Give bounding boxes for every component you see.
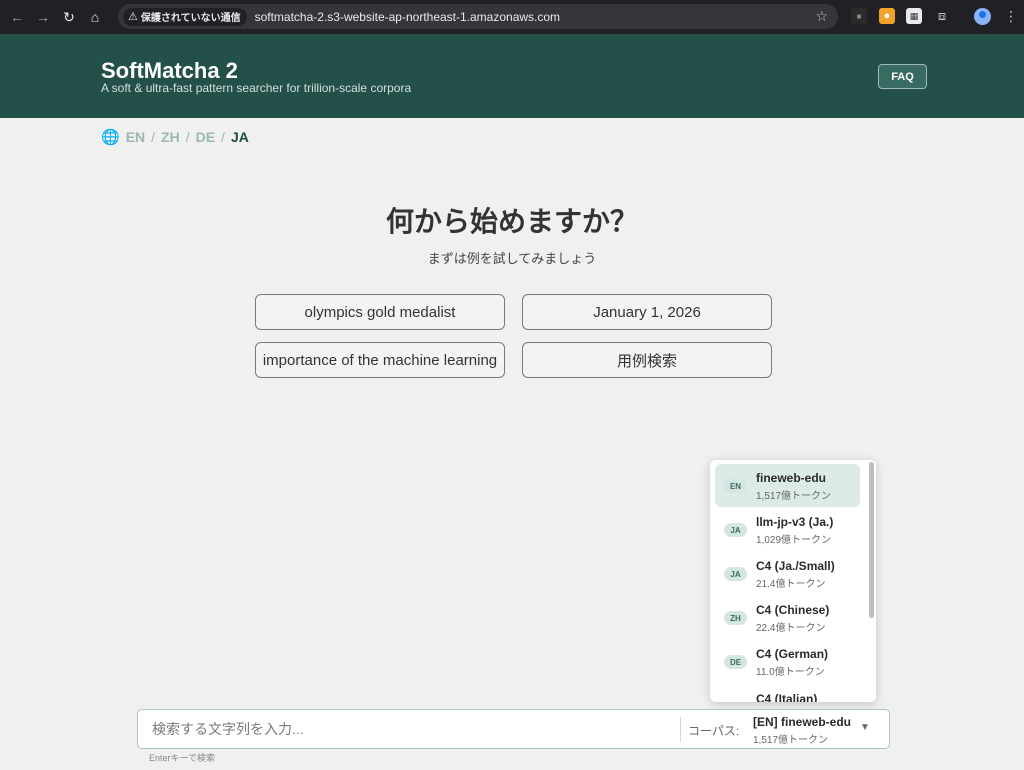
- corpus-option-name: C4 (Ja./Small): [756, 559, 835, 573]
- extension-icon[interactable]: ■: [851, 8, 867, 24]
- lang-zh[interactable]: ZH: [161, 129, 180, 145]
- lang-badge: EN: [724, 479, 747, 493]
- forward-icon[interactable]: →: [30, 4, 56, 30]
- lang-badge: DE: [724, 655, 747, 669]
- corpus-option[interactable]: JA C4 (Ja./Small) 21.4億トークン: [715, 552, 860, 595]
- corpus-option[interactable]: DE C4 (German) 11.0億トークン: [715, 640, 860, 683]
- profile-avatar-icon[interactable]: [974, 8, 991, 25]
- lang-ja[interactable]: JA: [231, 129, 249, 145]
- lang-separator: /: [151, 129, 156, 145]
- browser-toolbar: ← → ↻ ⌂ ⚠ 保護されていない通信 softmatcha-2.s3-web…: [0, 0, 1024, 34]
- language-switcher: 🌐 EN / ZH / DE / JA: [101, 128, 249, 146]
- corpus-option-name: fineweb-edu: [756, 471, 827, 485]
- corpus-dropdown: EN fineweb-edu 1,517億トークン JA llm-jp-v3 (…: [710, 460, 876, 702]
- lang-separator: /: [221, 129, 225, 145]
- selected-corpus-count[interactable]: 1,517億トークン: [753, 731, 828, 746]
- lang-badge: JA: [724, 523, 747, 537]
- address-bar[interactable]: ⚠ 保護されていない通信 softmatcha-2.s3-website-ap-…: [118, 4, 838, 29]
- corpus-option[interactable]: JA llm-jp-v3 (Ja.) 1,029億トークン: [715, 508, 860, 551]
- puzzle-icon[interactable]: ⧈: [934, 8, 950, 24]
- faq-button[interactable]: FAQ: [878, 64, 927, 89]
- corpus-option-count: 21.4億トークン: [756, 579, 826, 590]
- url-text[interactable]: softmatcha-2.s3-website-ap-northeast-1.a…: [255, 10, 560, 24]
- corpus-option-name: C4 (German): [756, 647, 829, 661]
- corpus-option-name: llm-jp-v3 (Ja.): [756, 515, 834, 529]
- search-bar: コーパス: [EN] fineweb-edu 1,517億トークン ▼: [137, 709, 890, 749]
- lang-badge: ZH: [724, 611, 747, 625]
- corpus-option-name: C4 (Chinese): [756, 603, 830, 617]
- corpus-option-count: 1,029億トークン: [756, 535, 832, 546]
- example-button[interactable]: 用例検索: [522, 342, 772, 378]
- lang-de[interactable]: DE: [196, 129, 215, 145]
- corpus-label: コーパス:: [688, 724, 740, 738]
- lang-en[interactable]: EN: [126, 129, 145, 145]
- example-button[interactable]: importance of the machine learning: [255, 342, 505, 378]
- search-input[interactable]: [152, 710, 672, 747]
- hero-title: 何から始めますか？: [385, 206, 638, 237]
- corpus-option-count: 22.4億トークン: [756, 623, 826, 634]
- warning-icon: ⚠: [128, 11, 138, 23]
- app-subtitle: A soft & ultra-fast pattern searcher for…: [101, 81, 412, 95]
- bookmark-star-icon[interactable]: ☆: [815, 8, 828, 25]
- chevron-down-icon[interactable]: ▼: [860, 722, 870, 733]
- hero-subtitle: まずは例を試してみましょう: [427, 251, 597, 266]
- corpus-option-count: 1,517億トークン: [756, 491, 832, 502]
- corpus-option-count: 11.0億トークン: [756, 667, 825, 678]
- lang-separator: /: [185, 129, 190, 145]
- extension-icon[interactable]: ▦: [906, 8, 922, 24]
- globe-icon: 🌐: [101, 129, 120, 146]
- selected-corpus-name[interactable]: [EN] fineweb-edu: [753, 715, 851, 729]
- home-icon[interactable]: ⌂: [82, 4, 108, 30]
- search-hint: Enterキーで検索: [149, 753, 215, 763]
- security-chip[interactable]: ⚠ 保護されていない通信: [123, 7, 247, 26]
- example-button[interactable]: olympics gold medalist: [255, 294, 505, 330]
- menu-kebab-icon[interactable]: ⋮: [1004, 8, 1018, 25]
- reload-icon[interactable]: ↻: [56, 4, 82, 30]
- dropdown-scrollbar[interactable]: [869, 462, 874, 618]
- corpus-option[interactable]: EN fineweb-edu 1,517億トークン: [715, 464, 860, 507]
- example-button[interactable]: January 1, 2026: [522, 294, 772, 330]
- extension-icon[interactable]: ●: [879, 8, 895, 24]
- back-icon[interactable]: ←: [4, 4, 30, 30]
- divider: [680, 717, 681, 742]
- security-chip-label: 保護されていない通信: [140, 13, 241, 24]
- corpus-option-name: C4 (Italian): [756, 692, 818, 702]
- corpus-option[interactable]: C4 (Italian): [715, 684, 860, 702]
- corpus-option[interactable]: ZH C4 (Chinese) 22.4億トークン: [715, 596, 860, 639]
- lang-badge: JA: [724, 567, 747, 581]
- app-header: SoftMatcha 2 A soft & ultra-fast pattern…: [0, 34, 1024, 118]
